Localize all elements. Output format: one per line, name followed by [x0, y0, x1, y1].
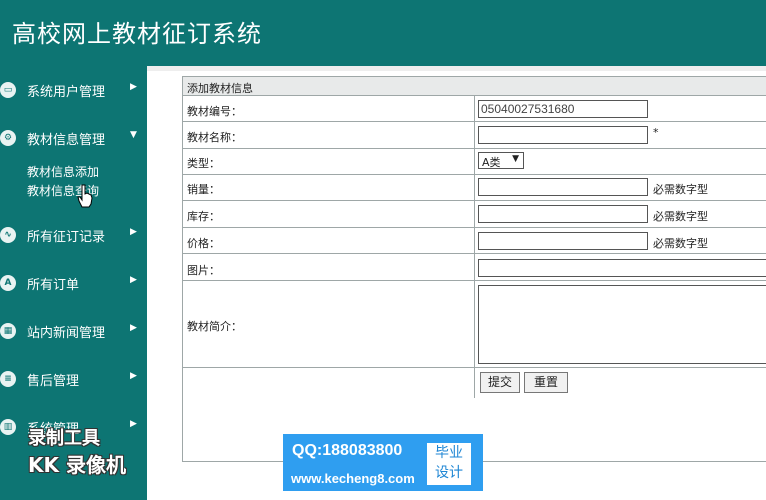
qq-watermark: QQ:188083800 www.kecheng8.com 毕业 设计: [283, 434, 483, 491]
form-caption: 添加教材信息: [183, 77, 766, 96]
sidebar-item-label: 站内新闻管理: [27, 326, 106, 341]
badge-line2: 设计: [435, 465, 463, 481]
sales-hint: 必需数字型: [653, 183, 708, 196]
price-hint: 必需数字型: [653, 237, 708, 250]
sidebar-item-label: 教材信息管理: [27, 133, 106, 148]
chevron-right-icon: ▶: [130, 323, 137, 333]
app-icon: A: [0, 275, 16, 291]
required-mark: *: [653, 126, 659, 139]
badge-line1: 毕业: [435, 445, 463, 461]
watermark-line2: KK 录像机: [28, 453, 126, 477]
form-row-code: 教材编号：: [183, 96, 766, 122]
image-input[interactable]: [478, 259, 766, 277]
website-text: www.kecheng8.com: [291, 471, 415, 486]
textbook-code-input[interactable]: [478, 100, 648, 118]
recorder-watermark: 录制工具 KK 录像机: [28, 426, 126, 478]
app-title: 高校网上教材征订系统: [12, 20, 262, 48]
reset-button[interactable]: 重置: [524, 372, 568, 393]
intro-label: 教材简介：: [187, 320, 242, 333]
stock-label: 库存：: [187, 210, 220, 223]
chevron-right-icon: ▶: [130, 371, 137, 381]
chevron-right-icon: ▶: [130, 82, 137, 92]
sidebar-item-news[interactable]: ▦ 站内新闻管理 ▶: [0, 314, 147, 348]
chevron-right-icon: ▶: [130, 227, 137, 237]
watermark-line1: 录制工具: [28, 428, 100, 449]
form-row-image: 图片：: [183, 254, 766, 281]
name-label: 教材名称：: [187, 131, 242, 144]
dropdown-arrow-icon: ▼: [512, 154, 519, 164]
wave-icon: ∿: [0, 227, 16, 243]
type-select-value: A类: [482, 156, 501, 169]
sidebar-item-textbook-info[interactable]: ⚙ 教材信息管理 ▼: [0, 121, 147, 155]
stock-input[interactable]: [478, 205, 648, 223]
user-gear-icon: ⚙: [0, 130, 16, 146]
sidebar-item-after-sales[interactable]: ≡ 售后管理 ▶: [0, 362, 147, 396]
textbook-name-input[interactable]: [478, 126, 648, 144]
stack-icon: ≡: [0, 371, 16, 387]
form-row-sales: 销量： 必需数字型: [183, 175, 766, 201]
form-row-type: 类型： A类 ▼: [183, 149, 766, 175]
sidebar-item-label: 所有订单: [27, 278, 80, 293]
form-row-name: 教材名称： *: [183, 122, 766, 149]
sidebar-item-orders[interactable]: A 所有订单 ▶: [0, 266, 147, 300]
graduation-badge: 毕业 设计: [427, 443, 471, 485]
monitor-icon: ▭: [0, 82, 16, 98]
qq-number: QQ:188083800: [292, 442, 403, 459]
hand-cursor-icon: [77, 184, 93, 208]
form-row-stock: 库存： 必需数字型: [183, 201, 766, 228]
submit-button[interactable]: 提交: [480, 372, 520, 393]
content-top-strip: [147, 66, 766, 71]
sales-input[interactable]: [478, 178, 648, 196]
sidebar-item-label: 系统用户管理: [27, 85, 106, 100]
sidebar-item-subscriptions[interactable]: ∿ 所有征订记录 ▶: [0, 218, 147, 252]
chevron-down-icon: ▼: [130, 130, 137, 140]
code-label: 教材编号：: [187, 105, 242, 118]
sales-label: 销量：: [187, 183, 220, 196]
chevron-right-icon: ▶: [130, 275, 137, 285]
form-row-price: 价格： 必需数字型: [183, 228, 766, 254]
intro-textarea[interactable]: [478, 285, 766, 364]
add-textbook-form: 添加教材信息 教材编号： 教材名称： * 类型： A类 ▼ 销量： 必需数字型: [182, 76, 766, 462]
type-label: 类型：: [187, 157, 220, 170]
form-row-actions: 提交 重置: [183, 368, 766, 398]
form-row-intro: 教材简介：: [183, 281, 766, 368]
sidebar-item-system-users[interactable]: ▭ 系统用户管理 ▶: [0, 73, 147, 107]
app-header: 高校网上教材征订系统: [0, 0, 766, 66]
type-select[interactable]: A类 ▼: [478, 152, 524, 169]
image-label: 图片：: [187, 264, 220, 277]
stock-hint: 必需数字型: [653, 210, 708, 223]
price-input[interactable]: [478, 232, 648, 250]
sidebar-item-label: 所有征订记录: [27, 230, 106, 245]
building-icon: ▦: [0, 323, 16, 339]
submenu-textbook-add[interactable]: 教材信息添加: [27, 163, 99, 180]
chart-icon: ▥: [0, 419, 16, 435]
sidebar-item-label: 售后管理: [27, 374, 80, 389]
chevron-right-icon: ▶: [130, 419, 137, 429]
price-label: 价格：: [187, 237, 220, 250]
